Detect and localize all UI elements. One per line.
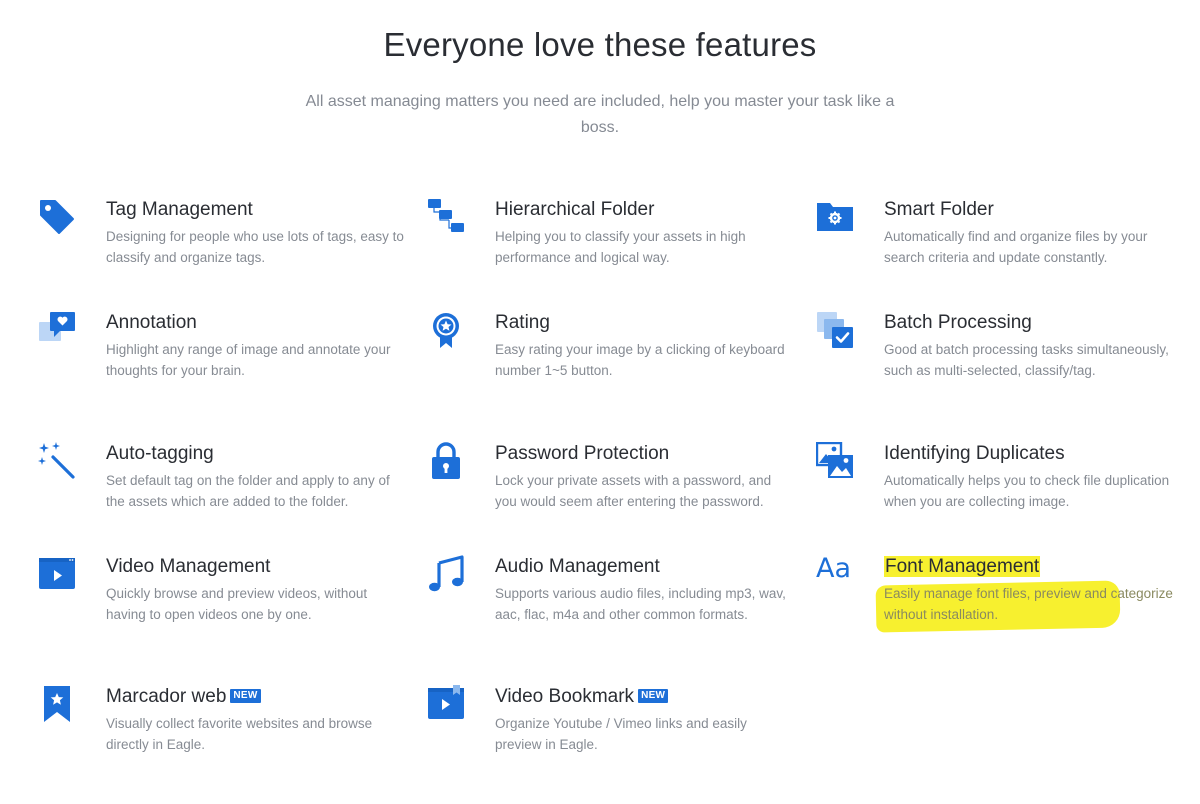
feature-title: Video Bookmark NEW [495,685,795,709]
annotation-icon [38,311,76,349]
feature-title: Hierarchical Folder [495,199,655,220]
feature-description: Visually collect favorite websites and b… [106,716,373,752]
video-player-icon [38,555,76,593]
bookmark-star-icon [38,685,76,723]
feature-title: Rating [495,312,550,333]
music-note-icon [427,555,465,593]
feature-description: Easy rating your image by a clicking of … [495,342,785,378]
feature-title: Tag Management [106,199,253,220]
feature-description: Helping you to classify your assets in h… [495,229,746,265]
feature-description: Supports various audio files, including … [495,586,786,622]
lock-icon [427,442,465,480]
feature-title: Marcador web NEW [106,685,406,709]
feature-title: Auto-tagging [106,443,214,464]
feature-description: Quickly browse and preview videos, witho… [106,586,368,622]
feature-title: Batch Processing [884,312,1032,333]
feature-description: Automatically find and organize files by… [884,229,1148,265]
feature-title: Smart Folder [884,199,994,220]
feature-description: Organize Youtube / Vimeo links and easil… [495,716,747,752]
feature-description: Easily manage font files, preview and ca… [884,586,1173,622]
font-aa-icon-text: Aa [816,553,852,584]
rating-badge-icon [427,311,465,349]
font-aa-icon: Aa [816,553,854,593]
page-title: Everyone love these features [383,26,817,63]
feature-description: Automatically helps you to check file du… [884,473,1170,509]
feature-title: Identifying Duplicates [884,443,1065,464]
feature-title: Audio Management [495,556,660,577]
new-badge: NEW [638,689,669,703]
feature-title-text: Marcador web [106,686,227,707]
tag-icon [38,198,76,236]
feature-description: Good at batch processing tasks simultane… [884,342,1169,378]
folder-tree-icon [427,198,465,236]
page-subtitle: All asset managing matters you need are … [305,93,895,136]
feature-description: Set default tag on the folder and apply … [106,473,390,509]
feature-description: Designing for people who use lots of tag… [106,229,404,265]
magic-wand-icon [38,442,76,480]
feature-title: Annotation [106,312,197,333]
feature-title: Video Management [106,556,271,577]
feature-description: Lock your private assets with a password… [495,473,772,509]
duplicate-images-icon [816,442,854,480]
feature-title-text: Video Bookmark [495,686,635,707]
feature-title-text: Font Management [884,556,1041,577]
feature-title: Font Management [884,555,1184,579]
smart-folder-icon [816,198,854,236]
batch-check-icon [816,311,854,349]
feature-description: Highlight any range of image and annotat… [106,342,391,378]
new-badge: NEW [230,689,261,703]
feature-title: Password Protection [495,443,670,464]
video-bookmark-icon [427,685,465,723]
